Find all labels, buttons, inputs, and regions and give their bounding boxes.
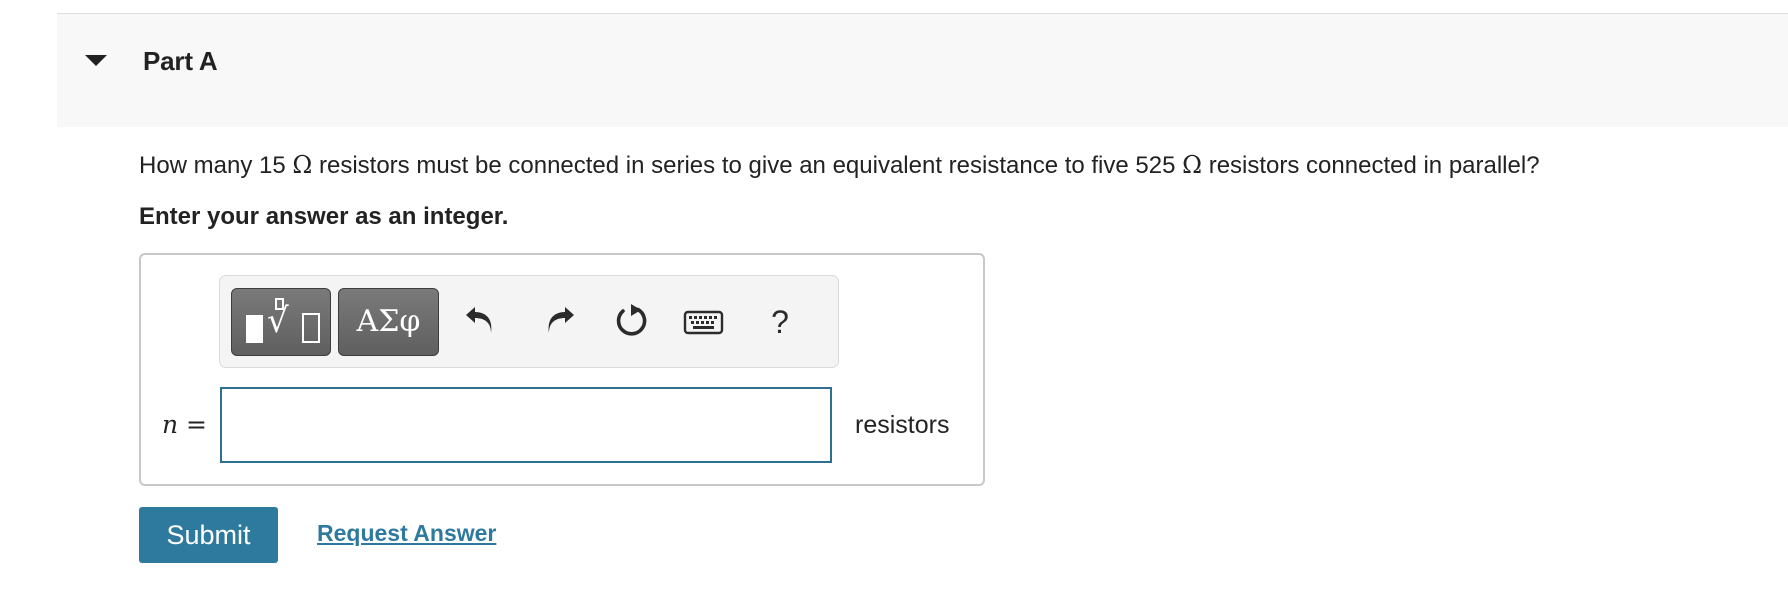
- answer-input[interactable]: [220, 387, 832, 463]
- help-button[interactable]: ?: [762, 300, 798, 344]
- reset-button[interactable]: [609, 300, 653, 344]
- keyboard-icon: [683, 310, 724, 335]
- submit-button[interactable]: Submit: [139, 507, 278, 563]
- answer-instruction: Enter your answer as an integer.: [139, 203, 509, 230]
- keyboard-button[interactable]: [682, 300, 726, 344]
- undo-icon: [466, 307, 492, 333]
- question-text: How many 15 Ω resistors must be connecte…: [139, 151, 1540, 180]
- collapse-toggle[interactable]: [85, 55, 107, 69]
- templates-button[interactable]: √: [231, 288, 331, 356]
- part-header: [57, 14, 1788, 127]
- redo-icon: [548, 307, 574, 333]
- question-text-part: How many 15: [139, 152, 293, 179]
- question-text-part: resistors connected in parallel?: [1202, 152, 1540, 179]
- variable-name: n: [162, 410, 179, 439]
- question-text-part: resistors must be connected in series to…: [312, 152, 1183, 179]
- request-answer-link[interactable]: Request Answer: [317, 520, 496, 547]
- variable-label: n =: [162, 410, 207, 439]
- equals-sign: =: [178, 410, 208, 439]
- redo-button[interactable]: [536, 300, 580, 344]
- reset-icon: [616, 304, 647, 336]
- ohm-symbol: Ω: [1182, 151, 1203, 179]
- part-title: Part A: [143, 46, 218, 76]
- caret-down-icon: [85, 55, 107, 66]
- greek-symbols-button[interactable]: ΑΣφ: [338, 288, 439, 356]
- undo-button[interactable]: [460, 300, 504, 344]
- ohm-symbol: Ω: [292, 151, 313, 179]
- units-label: resistors: [855, 411, 950, 439]
